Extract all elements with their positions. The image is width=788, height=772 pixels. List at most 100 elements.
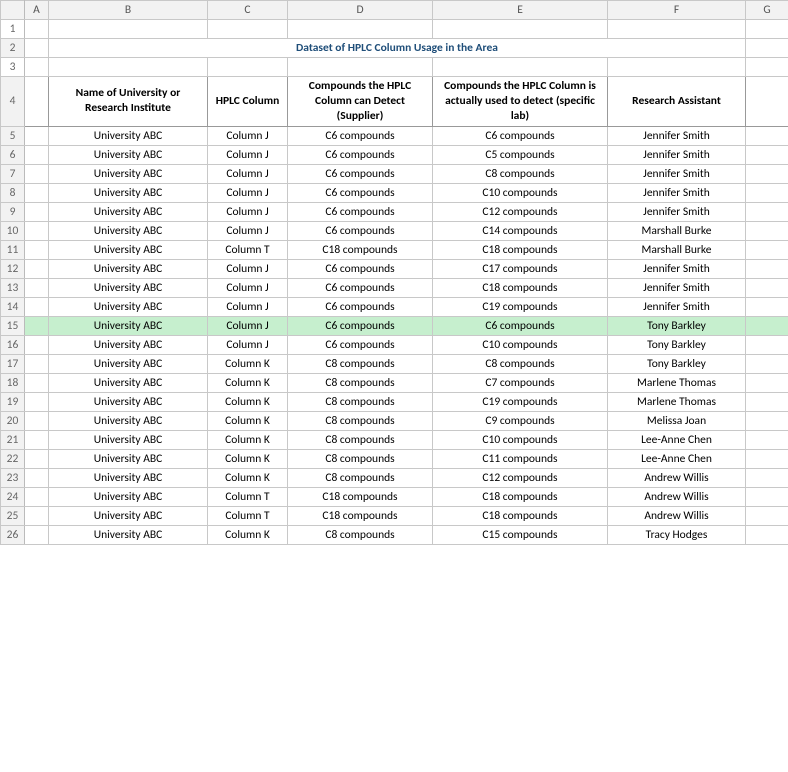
cell-g[interactable] [746,221,788,240]
cell-assistant[interactable]: Tony Barkley [608,335,746,354]
cell-hplc-col[interactable]: Column K [208,468,288,487]
cell-detect-lab[interactable]: C14 compounds [433,221,608,240]
cell-detect-supplier[interactable]: C6 compounds [288,335,433,354]
cell-detect-lab[interactable]: C7 compounds [433,373,608,392]
cell-detect-lab[interactable]: C12 compounds [433,202,608,221]
cell-university[interactable]: University ABC [49,449,208,468]
cell-hplc-col[interactable]: Column J [208,164,288,183]
cell-hplc-col[interactable]: Column J [208,183,288,202]
cell-assistant[interactable]: Marlene Thomas [608,373,746,392]
cell-detect-supplier[interactable]: C6 compounds [288,221,433,240]
cell-g[interactable] [746,354,788,373]
cell-assistant[interactable]: Jennifer Smith [608,297,746,316]
cell-a[interactable] [25,468,49,487]
cell-g[interactable] [746,145,788,164]
cell-detect-supplier[interactable]: C18 compounds [288,506,433,525]
cell-hplc-col[interactable]: Column J [208,259,288,278]
cell-university[interactable]: University ABC [49,354,208,373]
cell-a[interactable] [25,354,49,373]
cell-g[interactable] [746,392,788,411]
cell-university[interactable]: University ABC [49,278,208,297]
cell-a[interactable] [25,316,49,335]
cell-a[interactable] [25,240,49,259]
cell-assistant[interactable]: Tony Barkley [608,354,746,373]
cell-a[interactable] [25,392,49,411]
cell-detect-lab[interactable]: C12 compounds [433,468,608,487]
cell-detect-supplier[interactable]: C8 compounds [288,525,433,544]
cell-a[interactable] [25,373,49,392]
cell-university[interactable]: University ABC [49,487,208,506]
cell-detect-supplier[interactable]: C8 compounds [288,449,433,468]
cell-assistant[interactable]: Lee-Anne Chen [608,430,746,449]
cell-g[interactable] [746,240,788,259]
cell-university[interactable]: University ABC [49,221,208,240]
cell-a[interactable] [25,449,49,468]
cell-university[interactable]: University ABC [49,392,208,411]
cell-detect-lab[interactable]: C5 compounds [433,145,608,164]
cell-assistant[interactable]: Marshall Burke [608,240,746,259]
cell-assistant[interactable]: Jennifer Smith [608,183,746,202]
cell-g[interactable] [746,297,788,316]
cell-assistant[interactable]: Andrew Willis [608,487,746,506]
cell-hplc-col[interactable]: Column T [208,487,288,506]
cell-university[interactable]: University ABC [49,145,208,164]
cell-detect-supplier[interactable]: C6 compounds [288,278,433,297]
cell-detect-lab[interactable]: C11 compounds [433,449,608,468]
cell-hplc-col[interactable]: Column J [208,221,288,240]
cell-detect-supplier[interactable]: C6 compounds [288,202,433,221]
cell-assistant[interactable]: Lee-Anne Chen [608,449,746,468]
cell-g[interactable] [746,525,788,544]
cell-university[interactable]: University ABC [49,164,208,183]
cell-a[interactable] [25,145,49,164]
cell-detect-lab[interactable]: C10 compounds [433,335,608,354]
cell-g[interactable] [746,487,788,506]
cell-hplc-col[interactable]: Column K [208,354,288,373]
cell-university[interactable]: University ABC [49,259,208,278]
cell-a[interactable] [25,183,49,202]
cell-university[interactable]: University ABC [49,468,208,487]
cell-detect-supplier[interactable]: C6 compounds [288,297,433,316]
cell-detect-supplier[interactable]: C8 compounds [288,392,433,411]
cell-hplc-col[interactable]: Column J [208,278,288,297]
cell-detect-lab[interactable]: C17 compounds [433,259,608,278]
cell-detect-lab[interactable]: C8 compounds [433,164,608,183]
cell-university[interactable]: University ABC [49,430,208,449]
cell-g[interactable] [746,259,788,278]
cell-a[interactable] [25,335,49,354]
cell-a[interactable] [25,411,49,430]
cell-g[interactable] [746,506,788,525]
cell-assistant[interactable]: Marlene Thomas [608,392,746,411]
cell-assistant[interactable]: Jennifer Smith [608,126,746,145]
cell-assistant[interactable]: Jennifer Smith [608,259,746,278]
cell-a[interactable] [25,506,49,525]
cell-hplc-col[interactable]: Column J [208,297,288,316]
cell-detect-supplier[interactable]: C8 compounds [288,468,433,487]
cell-hplc-col[interactable]: Column K [208,411,288,430]
cell-assistant[interactable]: Jennifer Smith [608,202,746,221]
cell-detect-supplier[interactable]: C8 compounds [288,411,433,430]
cell-detect-supplier[interactable]: C6 compounds [288,183,433,202]
cell-detect-supplier[interactable]: C8 compounds [288,373,433,392]
cell-hplc-col[interactable]: Column T [208,506,288,525]
cell-g[interactable] [746,373,788,392]
cell-assistant[interactable]: Tony Barkley [608,316,746,335]
cell-assistant[interactable]: Jennifer Smith [608,145,746,164]
cell-hplc-col[interactable]: Column K [208,392,288,411]
cell-detect-supplier[interactable]: C8 compounds [288,430,433,449]
cell-g[interactable] [746,278,788,297]
cell-assistant[interactable]: Andrew Willis [608,468,746,487]
cell-university[interactable]: University ABC [49,411,208,430]
cell-hplc-col[interactable]: Column J [208,316,288,335]
cell-detect-supplier[interactable]: C6 compounds [288,164,433,183]
cell-detect-lab[interactable]: C19 compounds [433,392,608,411]
cell-detect-lab[interactable]: C9 compounds [433,411,608,430]
cell-g[interactable] [746,449,788,468]
cell-a[interactable] [25,202,49,221]
cell-detect-lab[interactable]: C6 compounds [433,316,608,335]
cell-a[interactable] [25,487,49,506]
cell-a[interactable] [25,259,49,278]
cell-a[interactable] [25,297,49,316]
cell-hplc-col[interactable]: Column K [208,449,288,468]
cell-assistant[interactable]: Andrew Willis [608,506,746,525]
cell-assistant[interactable]: Marshall Burke [608,221,746,240]
